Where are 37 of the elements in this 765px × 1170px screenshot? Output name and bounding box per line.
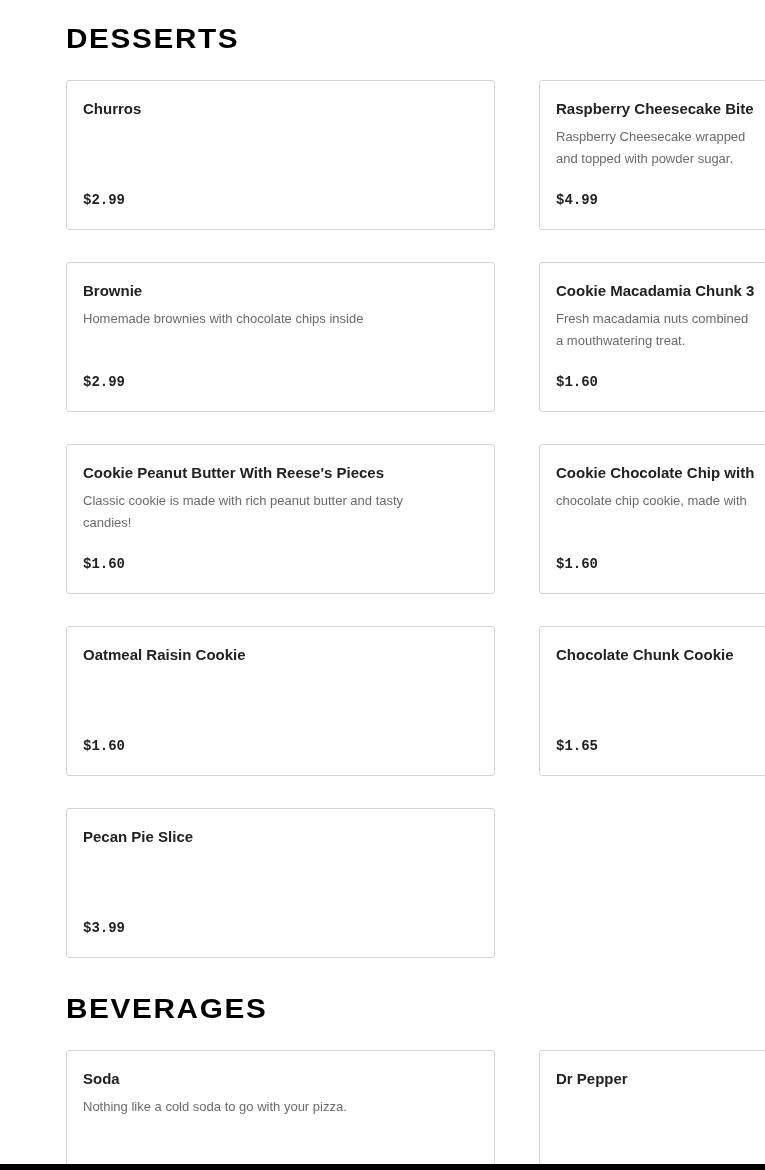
item-price: $1.60: [83, 555, 125, 574]
item-description: chocolate chip cookie, made with: [556, 492, 747, 510]
menu-item-card[interactable]: Brownie Homemade brownies with chocolate chips inside $2.99: [66, 262, 495, 412]
item-price: $1.60: [556, 555, 598, 574]
item-name: Oatmeal Raisin Cookie: [83, 646, 246, 664]
item-price: $2.99: [83, 191, 125, 210]
menu-item-card[interactable]: Pecan Pie Slice $3.99: [66, 808, 495, 958]
item-description: Raspberry Cheesecake wrapped and topped with powder sugar.: [556, 128, 746, 168]
item-price: $4.99: [556, 191, 598, 210]
item-description: Fresh macadamia nuts combined a mouthwatering treat.: [556, 310, 749, 350]
menu-item-card[interactable]: Oatmeal Raisin Cookie $1.60: [66, 626, 495, 776]
item-name: Dr Pepper: [556, 1070, 628, 1088]
item-name: Cookie Chocolate Chip with: [556, 464, 755, 482]
item-price: $1.60: [556, 373, 598, 392]
menu-item-card[interactable]: Chocolate Chunk Cookie $1.65: [539, 626, 765, 776]
menu-item-card[interactable]: Raspberry Cheesecake Bite Raspberry Cheesecake wrapped and topped with powder sugar. $4.99: [539, 80, 765, 230]
item-price: $1.65: [556, 737, 598, 756]
item-name: Cookie Peanut Butter With Reese's Pieces: [83, 464, 385, 482]
item-name: Soda: [83, 1070, 120, 1088]
item-description: Nothing like a cold soda to go with your pizza.: [83, 1098, 347, 1116]
item-name: Brownie: [83, 282, 143, 300]
menu-item-card[interactable]: Cookie Chocolate Chip with chocolate chip cookie, made with $1.60: [539, 444, 765, 594]
item-name: Cookie Macadamia Chunk 3: [556, 282, 755, 300]
section-heading: DESSERTS: [66, 24, 240, 54]
menu-item-card[interactable]: Churros $2.99: [66, 80, 495, 230]
item-price: $2.99: [83, 373, 125, 392]
item-name: Chocolate Chunk Cookie: [556, 646, 734, 664]
item-description: Homemade brownies with chocolate chips inside: [83, 310, 364, 328]
item-price: $1.60: [83, 737, 125, 756]
menu-item-card[interactable]: Cookie Macadamia Chunk 3 Fresh macadamia nuts combined a mouthwatering treat. $1.60: [539, 262, 765, 412]
item-name: Raspberry Cheesecake Bite: [556, 100, 754, 118]
item-name: Pecan Pie Slice: [83, 828, 194, 846]
item-price: $3.99: [83, 919, 125, 938]
item-name: Churros: [83, 100, 142, 118]
menu-item-card[interactable]: Cookie Peanut Butter With Reese's Pieces Classic cookie is made with rich peanut butter and tasty candies! $1.60: [66, 444, 495, 594]
item-description: Classic cookie is made with rich peanut butter and tasty candies!: [83, 492, 404, 532]
section-heading: BEVERAGES: [66, 994, 268, 1024]
